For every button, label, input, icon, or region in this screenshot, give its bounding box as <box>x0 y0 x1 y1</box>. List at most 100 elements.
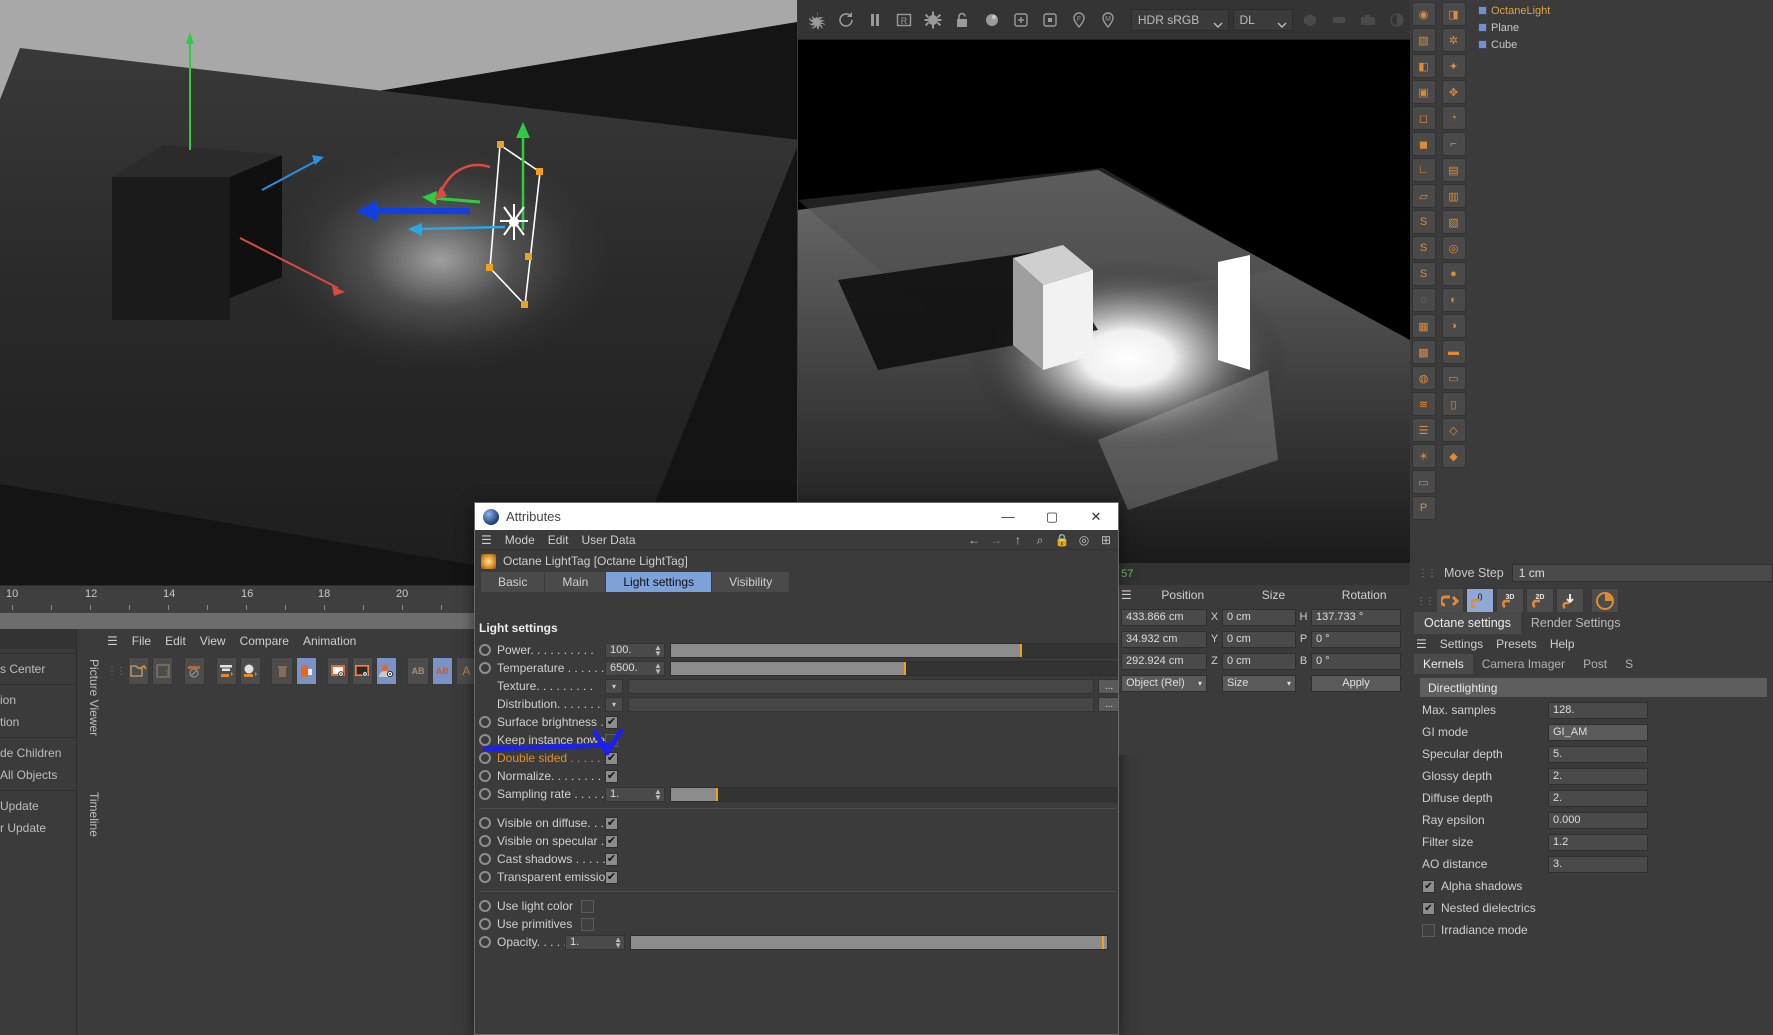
palette2-icon-16[interactable]: ◇ <box>1441 418 1466 442</box>
search-icon[interactable]: ⌕ <box>1032 532 1048 548</box>
select-coord-mode[interactable]: Object (Rel) ▾ <box>1121 674 1207 692</box>
target-icon[interactable]: ◎ <box>1076 532 1092 548</box>
ab-toggle-icon[interactable]: AB <box>431 657 453 685</box>
anim-dot-icon[interactable] <box>479 770 491 782</box>
input-size-z[interactable]: 0 cm <box>1222 652 1296 670</box>
refresh-icon[interactable] <box>833 7 858 33</box>
input-glossy-depth[interactable]: 2. <box>1548 767 1648 785</box>
anim-dot-icon[interactable] <box>479 752 491 764</box>
object-item-octanelight[interactable]: OctaneLight <box>1472 2 1773 19</box>
row-normalize[interactable]: Normalize. . . . . . . . ✔ <box>475 767 1118 785</box>
pv-menu-compare[interactable]: Compare <box>240 634 289 648</box>
row-keep-instance-power[interactable]: Keep instance power <box>475 731 1118 749</box>
field-distribution[interactable] <box>628 696 1094 712</box>
subtab-kernels[interactable]: Kernels <box>1414 654 1473 674</box>
palette-icon-5[interactable]: ◼ <box>1411 132 1436 156</box>
slider-temperature[interactable] <box>669 660 1118 676</box>
open-image-icon[interactable] <box>128 657 150 685</box>
palette-icon-3[interactable]: ▣ <box>1411 80 1436 104</box>
stub-line[interactable]: de Children <box>0 742 76 764</box>
row-temperature[interactable]: Temperature . . . . . . 6500. ▲ ▼ <box>475 659 1118 677</box>
stub-line[interactable]: All Objects <box>0 764 76 786</box>
palette-icon-4[interactable]: ◻ <box>1411 106 1436 130</box>
row-texture[interactable]: Texture. . . . . . . . . ▾ ... <box>475 677 1118 695</box>
input-size-y[interactable]: 0 cm <box>1222 630 1296 648</box>
checkbox-keep-instance-power[interactable] <box>605 733 618 747</box>
palette2-icon-14[interactable]: ▭ <box>1441 366 1466 390</box>
distribution-dropdown-icon[interactable]: ▾ <box>605 696 623 712</box>
subtab-camera-imager[interactable]: Camera Imager <box>1473 654 1574 674</box>
snap-enable-icon[interactable] <box>1436 588 1464 614</box>
row-gi-mode[interactable]: GI mode GI_AM <box>1410 721 1773 743</box>
anim-dot-icon[interactable] <box>479 788 491 800</box>
row-sampling-rate[interactable]: Sampling rate . . . . . 1. ▲ ▼ <box>475 785 1118 803</box>
pv-menu-view[interactable]: View <box>200 634 226 648</box>
input-size-x[interactable]: 0 cm <box>1222 608 1296 626</box>
stub-line[interactable]: r Update <box>0 817 76 839</box>
input-position-y[interactable]: 34.932 cm <box>1121 630 1207 648</box>
tab-render-settings[interactable]: Render Settings <box>1521 612 1631 634</box>
input-opacity[interactable]: 1. ▲ ▼ <box>565 934 625 950</box>
input-temperature[interactable]: 6500. ▲ ▼ <box>605 660 665 676</box>
palette2-icon-10[interactable]: ● <box>1441 262 1466 286</box>
new-tab-icon[interactable]: ⊞ <box>1098 532 1114 548</box>
drag-handle[interactable]: ⋮⋮ <box>1418 568 1437 579</box>
attributes-object-row[interactable]: Octane LightTag [Octane LightTag] <box>475 550 1118 572</box>
row-irradiance-mode[interactable]: Irradiance mode <box>1410 919 1773 941</box>
palette-icon-spline-s1[interactable]: S <box>1411 210 1436 234</box>
tab-visibility[interactable]: Visibility <box>712 572 791 592</box>
field-texture[interactable] <box>628 678 1094 694</box>
back-arrow-icon[interactable]: ← <box>966 532 982 548</box>
stub-line[interactable]: Update <box>0 795 76 817</box>
texture-more-button[interactable]: ... <box>1098 678 1118 694</box>
anim-dot-icon[interactable] <box>479 918 491 930</box>
row-glossy-depth[interactable]: Glossy depth 2. <box>1410 765 1773 787</box>
spinner-icon[interactable]: ▲▼ <box>654 661 662 675</box>
checkbox-irradiance-mode[interactable] <box>1422 923 1435 937</box>
tab-main[interactable]: Main <box>545 572 607 592</box>
row-visible-on-diffuse[interactable]: Visible on diffuse. . . ✔ <box>475 814 1118 832</box>
snap-axis-icon[interactable] <box>1556 588 1584 614</box>
frame-b-icon[interactable] <box>351 657 373 685</box>
row-specular-depth[interactable]: Specular depth 5. <box>1410 743 1773 765</box>
object-item-cube[interactable]: Cube <box>1472 36 1773 53</box>
row-alpha-shadows[interactable]: ✔ Alpha shadows <box>1410 875 1773 897</box>
snap-2d-icon[interactable]: 2D <box>1526 588 1554 614</box>
spinner-icon[interactable]: ▲▼ <box>654 787 662 801</box>
tab-light-settings[interactable]: Light settings <box>606 572 713 592</box>
row-double-sided[interactable]: Double sided . . . . . ✔ <box>475 749 1118 767</box>
drag-handle[interactable]: ⋮⋮ <box>107 666 126 677</box>
colorspace-select[interactable]: HDR sRGB <box>1130 8 1229 31</box>
checkbox-visible-on-diffuse[interactable]: ✔ <box>605 816 618 830</box>
kernel-select[interactable]: DL <box>1232 8 1294 31</box>
camera-icon[interactable] <box>1356 7 1381 33</box>
row-transparent-emission[interactable]: Transparent emission ✔ <box>475 868 1118 886</box>
tab-octane-settings[interactable]: Octane settings <box>1414 612 1521 634</box>
palette-icon-volume[interactable]: ▩ <box>1411 340 1436 364</box>
palette-icon-psr[interactable]: P <box>1411 496 1436 520</box>
select-gi-mode[interactable]: GI_AM <box>1548 723 1648 741</box>
palette-icon-1[interactable]: ▨ <box>1411 28 1436 52</box>
palette2-icon-12[interactable]: ◑ <box>1441 314 1466 338</box>
pv-menu-animation[interactable]: Animation <box>303 634 356 648</box>
input-power[interactable]: 100. ▲ ▼ <box>605 642 665 658</box>
palette2-icon-8[interactable]: ▧ <box>1441 210 1466 234</box>
octane-menu-help[interactable]: Help <box>1550 637 1575 651</box>
palette-icon-spline-s3[interactable]: S <box>1411 262 1436 286</box>
anim-dot-icon[interactable] <box>479 662 491 674</box>
snap-quantize-icon[interactable]: () <box>1466 588 1494 614</box>
anim-dot-icon[interactable] <box>479 734 491 746</box>
palette2-icon-11[interactable]: ◐ <box>1441 288 1466 312</box>
anim-dot-icon[interactable] <box>479 835 491 847</box>
slider-power[interactable] <box>669 642 1118 658</box>
palette-icon-dynamics[interactable]: ◍ <box>1411 366 1436 390</box>
octane-menu-presets[interactable]: Presets <box>1496 637 1537 651</box>
palette-icon-camera2[interactable]: ▭ <box>1411 470 1436 494</box>
octane-kernel-group[interactable]: Directlighting <box>1420 678 1767 697</box>
drag-handle[interactable]: ⋮⋮ <box>1416 596 1435 607</box>
row-cast-shadows[interactable]: Cast shadows . . . . . ✔ <box>475 850 1118 868</box>
checkbox-use-light-color[interactable] <box>581 899 594 913</box>
rectangle-icon[interactable] <box>1327 7 1352 33</box>
notes-icon[interactable] <box>295 657 317 685</box>
spinner-icon[interactable]: ▲▼ <box>654 643 662 657</box>
